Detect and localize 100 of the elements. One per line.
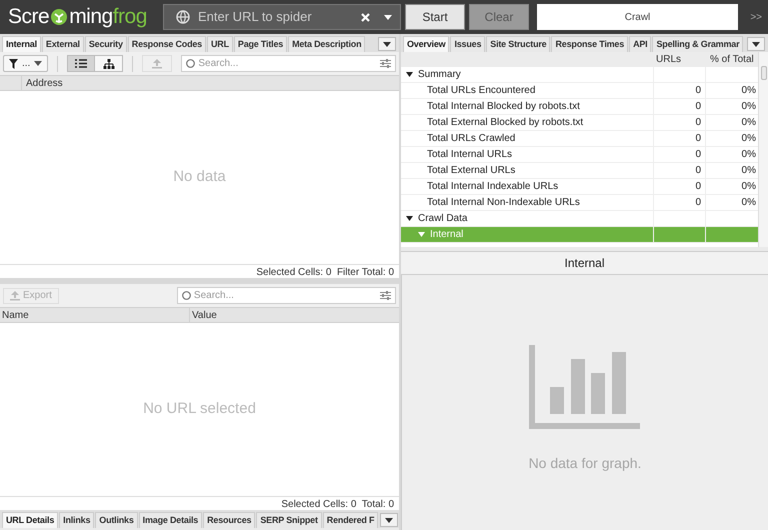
url-box[interactable]: Enter URL to spider <box>163 4 401 30</box>
start-button[interactable]: Start <box>405 4 465 30</box>
tab[interactable]: Inlinks <box>59 512 94 528</box>
row-label: Total External Blocked by robots.txt <box>427 116 584 130</box>
table-cell-text: 0% <box>740 100 757 114</box>
table-cell: 0 <box>654 115 706 130</box>
tab[interactable]: URL <box>207 36 233 52</box>
bar-chart-icon <box>529 345 641 429</box>
frog-icon <box>50 8 68 26</box>
sliders-icon <box>380 59 391 68</box>
status-text: Selected Cells: 0 Total: 0 <box>0 496 399 510</box>
table-cell-text: 0% <box>740 180 757 194</box>
column-header: Value <box>191 308 218 322</box>
tab-menu-button[interactable] <box>747 37 765 51</box>
more-button[interactable]: >> <box>742 10 762 24</box>
hierarchy-icon <box>102 58 115 68</box>
table-row[interactable]: Total Internal Blocked by robots.txt 0 0% <box>401 99 758 115</box>
tab[interactable]: Rendered F <box>322 512 378 528</box>
column-header: Address <box>25 76 64 90</box>
table-cell-text: 0% <box>740 164 757 178</box>
filter-icon <box>9 58 18 68</box>
tree-view-button[interactable] <box>95 55 124 72</box>
table-row[interactable]: Total External Blocked by robots.txt 0 0% <box>401 115 758 131</box>
upload-icon <box>10 290 20 301</box>
caret-icon <box>384 14 392 20</box>
tab[interactable]: Security <box>84 36 127 52</box>
tab[interactable]: External <box>42 36 84 52</box>
table-cell: 0 <box>654 83 706 98</box>
caret-icon <box>383 42 391 46</box>
row-label: Total URLs Crawled <box>427 132 516 146</box>
caret-icon <box>34 61 42 66</box>
url-field[interactable]: Enter URL to spider <box>198 7 353 27</box>
tab[interactable]: Internal <box>2 36 41 52</box>
table-cell: 0 <box>654 99 706 114</box>
row-label: Total Internal URLs <box>427 148 512 162</box>
tab[interactable]: Overview <box>403 36 450 52</box>
tab[interactable]: Resources <box>203 512 256 528</box>
tab[interactable]: SERP Snippet <box>256 512 322 528</box>
empty-message: No data <box>173 167 226 188</box>
tab[interactable]: Outlinks <box>95 512 138 528</box>
table-row[interactable]: Total URLs Encountered 0 0% <box>401 83 758 99</box>
row-label: Total Internal Blocked by robots.txt <box>427 100 580 114</box>
table-row[interactable]: Total External URLs 0 0% <box>401 163 758 179</box>
row-label: Crawl Data <box>418 212 468 226</box>
tab-menu-button[interactable] <box>380 513 398 527</box>
tab[interactable]: Meta Description <box>288 36 366 52</box>
column-header: URLs <box>655 53 682 67</box>
upload-icon <box>152 58 162 69</box>
row-label: Summary <box>418 68 461 82</box>
table-row[interactable]: Total Internal URLs 0 0% <box>401 147 758 163</box>
empty-message: No data for graph. <box>528 454 642 473</box>
table-cell: 0 <box>654 195 706 210</box>
table-cell-text: 0% <box>740 148 757 162</box>
row-label: Total Internal Non-Indexable URLs <box>427 196 580 210</box>
tab[interactable]: URL Details <box>2 512 58 528</box>
row-label: Internal <box>430 228 464 242</box>
list-icon <box>75 59 88 68</box>
tab[interactable]: Response Codes <box>128 36 206 52</box>
globe-icon <box>176 10 190 24</box>
caret-icon <box>385 518 394 522</box>
clear-icon <box>361 12 370 22</box>
table-row[interactable]: Total Internal Non-Indexable URLs 0 0% <box>401 195 758 211</box>
sliders-icon <box>380 291 391 300</box>
search-box[interactable]: Search... <box>176 287 396 304</box>
panel-title: Internal <box>401 251 768 275</box>
search-icon <box>182 291 191 300</box>
table-cell-text: 0% <box>740 84 757 98</box>
tab[interactable]: Image Details <box>138 512 202 528</box>
table-cell-text: 0% <box>740 132 757 146</box>
tab[interactable]: API <box>629 36 652 52</box>
search-box[interactable]: Search... <box>181 55 396 72</box>
table-cell: 0 <box>654 147 706 162</box>
search-icon <box>186 59 196 68</box>
filter-button[interactable]: ... <box>3 55 48 72</box>
list-view-button[interactable] <box>67 55 96 72</box>
tab[interactable]: Response Times <box>551 36 628 52</box>
caret-icon <box>752 42 760 46</box>
status-text: Selected Cells: 0 Filter Total: 0 <box>0 264 399 278</box>
logo: Scre mingfrog <box>7 4 148 30</box>
table-row[interactable]: Total URLs Crawled 0 0% <box>401 131 758 147</box>
search-field[interactable]: Search... <box>198 56 377 71</box>
table-cell: 0 <box>654 179 706 194</box>
tab[interactable]: Site Structure <box>486 36 550 52</box>
tab[interactable]: Page Titles <box>234 36 288 52</box>
row-label: Total Internal Indexable URLs <box>427 180 558 194</box>
scrollbar[interactable] <box>758 52 768 247</box>
empty-message: No URL selected <box>143 399 256 420</box>
table-cell: 0 <box>654 163 706 178</box>
tab[interactable]: Issues <box>450 36 486 52</box>
table-cell-text: 0% <box>740 196 757 210</box>
table-row[interactable]: Summary <box>401 67 758 83</box>
tab[interactable]: Spelling & Grammar <box>652 36 744 52</box>
search-field[interactable]: Search... <box>194 288 377 303</box>
mode-field[interactable]: Crawl <box>537 4 738 30</box>
table-cell: 0 <box>654 131 706 146</box>
table-cell-text: 0% <box>740 116 757 130</box>
table-row[interactable]: Total Internal Indexable URLs 0 0% <box>401 179 758 195</box>
column-header: Name <box>0 308 190 322</box>
tab-menu-button[interactable] <box>378 37 396 51</box>
row-label: Total URLs Encountered <box>427 84 536 98</box>
